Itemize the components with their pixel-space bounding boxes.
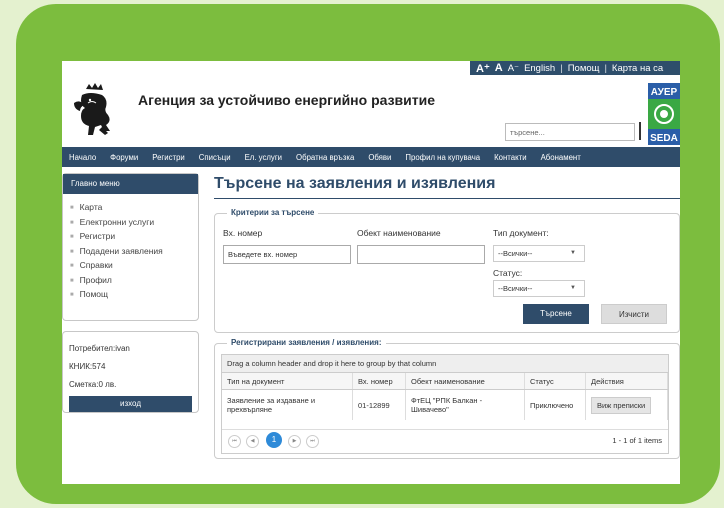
seda-logo[interactable]: АУЕР SEDA	[648, 83, 680, 145]
status-value: --Всички--	[498, 284, 533, 293]
menu-item-reports[interactable]: Справки	[70, 258, 198, 273]
search-criteria-fieldset: Критерии за търсене Вх. номер Въведете в…	[214, 208, 680, 333]
help-link[interactable]: Помощ	[568, 63, 600, 74]
top-utility-bar: A⁺ A A⁻ English | Помощ | Карта на са	[470, 61, 680, 75]
table-header-row: Тип на документ Вх. номер Обект наименов…	[222, 373, 668, 390]
separator: |	[604, 62, 607, 74]
user-account: Сметка:0 лв.	[69, 380, 117, 389]
main-menu-title: Главно меню	[63, 174, 198, 194]
dropdown-arrow-icon: ▼	[570, 250, 576, 256]
object-name-label: Обект наименование	[357, 228, 441, 238]
font-normal-button[interactable]: A	[495, 62, 503, 74]
doctype-select[interactable]: --Всички-- ▼	[493, 245, 585, 262]
user-knik: КНИК:574	[69, 362, 106, 371]
menu-item-help[interactable]: Помощ	[70, 287, 198, 302]
search-input[interactable]: търсене...	[505, 123, 635, 141]
divider	[639, 122, 641, 140]
table-row[interactable]: Заявление за издаване и прехвърляне 01-1…	[222, 389, 668, 420]
search-button[interactable]: Търсене	[523, 304, 589, 324]
col-status[interactable]: Статус	[524, 373, 586, 390]
logo-top-text: АУЕР	[651, 87, 678, 98]
last-page-icon[interactable]: ⏭	[306, 435, 319, 448]
results-legend: Регистрирани заявления / изявления:	[227, 338, 386, 347]
in-number-input[interactable]: Въведете вх. номер	[223, 245, 351, 264]
menu-item-submitted[interactable]: Подадени заявления	[70, 244, 198, 259]
col-in-number[interactable]: Вх. номер	[352, 373, 406, 390]
title-underline	[214, 198, 680, 199]
nav-contacts[interactable]: Контакти	[487, 153, 533, 162]
font-smaller-button[interactable]: A⁻	[508, 63, 519, 74]
results-table: Тип на документ Вх. номер Обект наименов…	[222, 373, 668, 420]
nav-ads[interactable]: Обяви	[361, 153, 398, 162]
doctype-label: Тип документ:	[493, 228, 549, 238]
cell-status: Приключено	[524, 389, 586, 420]
cell-actions: Виж преписки	[585, 389, 668, 420]
user-info-panel: Потребител:ivan КНИК:574 Сметка:0 лв. из…	[62, 331, 199, 413]
dropdown-arrow-icon: ▼	[570, 285, 576, 291]
prev-page-icon[interactable]: ◀	[246, 435, 259, 448]
status-label: Статус:	[493, 268, 523, 278]
nav-lists[interactable]: Списъци	[192, 153, 238, 162]
nav-feedback[interactable]: Обратна връзка	[289, 153, 361, 162]
user-name: Потребител:ivan	[69, 344, 130, 353]
object-name-input[interactable]	[357, 245, 485, 264]
clear-button[interactable]: Изчисти	[601, 304, 667, 324]
agency-name: Агенция за устойчиво енергийно развитие	[138, 92, 436, 108]
separator: |	[560, 62, 563, 74]
col-object[interactable]: Обект наименование	[405, 373, 525, 390]
view-records-button[interactable]: Виж преписки	[591, 396, 652, 414]
status-select[interactable]: --Всички-- ▼	[493, 280, 585, 297]
col-doc-type[interactable]: Тип на документ	[222, 373, 353, 390]
pager: ⏮ ◀ 1 ▶ ⏭ 1 - 1 of 1 items	[222, 429, 668, 452]
nav-e-services[interactable]: Ел. услуги	[238, 153, 289, 162]
results-grid: Drag a column header and drop it here to…	[221, 354, 669, 454]
lion-coat-of-arms-icon[interactable]	[72, 83, 116, 137]
col-actions[interactable]: Действия	[585, 373, 668, 390]
logo-bottom-text: SEDA	[650, 133, 678, 144]
language-link[interactable]: English	[524, 63, 555, 74]
page-title: Търсене на заявления и изявления	[214, 175, 496, 192]
nav-forums[interactable]: Форуми	[103, 153, 145, 162]
group-by-bar[interactable]: Drag a column header and drop it here to…	[222, 355, 668, 373]
site-header: Агенция за устойчиво енергийно развитие …	[62, 75, 680, 145]
nav-subscription[interactable]: Абонамент	[534, 153, 588, 162]
doctype-value: --Всички--	[498, 249, 533, 258]
criteria-legend: Критерии за търсене	[227, 208, 319, 217]
results-fieldset: Регистрирани заявления / изявления: Drag…	[214, 338, 680, 459]
menu-item-e-services[interactable]: Електронни услуги	[70, 215, 198, 230]
font-larger-button[interactable]: A⁺	[476, 62, 490, 75]
menu-item-map[interactable]: Карта	[70, 200, 198, 215]
in-number-label: Вх. номер	[223, 228, 263, 238]
main-menu-panel: Главно меню Карта Електронни услуги Реги…	[62, 173, 199, 321]
main-navigation: Начало Форуми Регистри Списъци Ел. услуг…	[62, 147, 680, 167]
website-screenshot: A⁺ A A⁻ English | Помощ | Карта на са Аг…	[62, 61, 680, 484]
pager-info: 1 - 1 of 1 items	[612, 436, 662, 445]
nav-buyer-profile[interactable]: Профил на купувача	[398, 153, 487, 162]
cell-object: ФтЕЦ "РПК Балкан - Шивачево"	[405, 389, 525, 420]
cell-doc-type: Заявление за издаване и прехвърляне	[222, 389, 353, 420]
next-page-icon[interactable]: ▶	[288, 435, 301, 448]
nav-registers[interactable]: Регистри	[145, 153, 192, 162]
page-current[interactable]: 1	[266, 432, 282, 448]
menu-item-profile[interactable]: Профил	[70, 273, 198, 288]
logout-button[interactable]: изход	[69, 396, 192, 412]
cell-in-number: 01-12899	[352, 389, 406, 420]
menu-item-registers[interactable]: Регистри	[70, 229, 198, 244]
sitemap-link[interactable]: Карта на са	[612, 63, 663, 74]
first-page-icon[interactable]: ⏮	[228, 435, 241, 448]
nav-home[interactable]: Начало	[62, 153, 103, 162]
